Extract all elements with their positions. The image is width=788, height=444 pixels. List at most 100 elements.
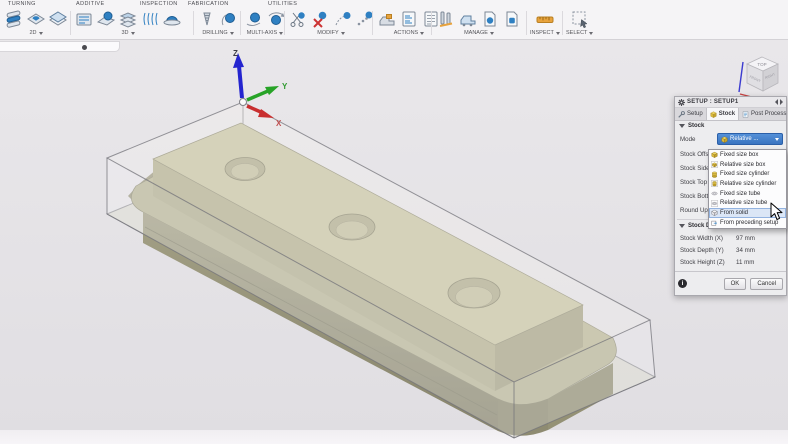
stock-width-value: 97 mm	[736, 233, 755, 245]
tab-inspection[interactable]: INSPECTION	[140, 1, 178, 7]
relative-size-tube-icon	[711, 200, 718, 207]
machine-library-icon[interactable]	[458, 9, 478, 29]
link-toolpath-icon[interactable]	[332, 9, 352, 29]
tab-stock[interactable]: Stock	[707, 108, 739, 120]
origin-point	[240, 99, 247, 106]
from-solid-icon	[711, 209, 718, 216]
post-process-icon[interactable]	[399, 9, 419, 29]
group-label-multi-axis[interactable]: MULTI-AXIS	[247, 30, 283, 36]
dropdown-caret-icon	[341, 32, 345, 35]
group-label-2d[interactable]: 2D	[29, 30, 42, 36]
menu-item-relative-size-cylinder[interactable]: Relative size cylinder	[709, 179, 786, 189]
rotary-icon[interactable]	[266, 9, 286, 29]
swarf-icon[interactable]	[244, 9, 264, 29]
menu-item-fixed-size-tube[interactable]: Fixed size tube	[709, 189, 786, 199]
dropdown-caret-icon	[490, 32, 494, 35]
tab-turning[interactable]: TURNING	[8, 1, 36, 7]
fixed-size-cylinder-icon	[711, 171, 718, 178]
dropdown-caret-icon	[420, 32, 424, 35]
setup-dialog-tabs: Setup Stock Post Process	[675, 108, 786, 121]
3d-contour-icon[interactable]	[118, 9, 138, 29]
stock-height-row: Stock Height (Z) 11 mm	[675, 257, 786, 269]
group-modify: MODIFY	[288, 9, 374, 36]
2d-adaptive-clearing-icon[interactable]	[4, 9, 24, 29]
stock-width-row: Stock Width (X) 97 mm	[675, 233, 786, 245]
2d-pocket-icon[interactable]	[26, 9, 46, 29]
group-label-actions[interactable]: ACTIONS	[394, 30, 424, 36]
menu-item-fixed-size-box[interactable]: Fixed size box	[709, 150, 786, 160]
browser-toggle-icon[interactable]	[82, 45, 87, 50]
tool-library-icon[interactable]	[436, 9, 456, 29]
section-collapse-icon	[679, 224, 685, 228]
delete-toolpath-icon[interactable]	[310, 9, 330, 29]
tab-setup[interactable]: Setup	[675, 108, 707, 120]
dropdown-caret-icon	[230, 32, 234, 35]
3d-pocket-icon[interactable]	[96, 9, 116, 29]
setup-dialog-header: SETUP : SETUP1	[675, 97, 786, 108]
dropdown-caret-icon	[556, 32, 560, 35]
trim-toolpath-icon[interactable]	[288, 9, 308, 29]
tab-utilities[interactable]: UTILITIES	[268, 1, 297, 7]
relative-size-box-icon	[721, 136, 728, 143]
viewcube-top-label: TOP	[757, 62, 766, 67]
3d-viewport[interactable]: Z Y X	[0, 0, 788, 444]
panel-expand-icon[interactable]	[775, 99, 783, 105]
edit-points-icon[interactable]	[354, 9, 374, 29]
x-axis-label: X	[276, 119, 282, 128]
cancel-button[interactable]: Cancel	[750, 278, 783, 290]
tab-post-process[interactable]: Post Process	[739, 108, 788, 120]
stock-depth-value: 34 mm	[736, 245, 755, 257]
tab-fabrication[interactable]: FABRICATION	[188, 1, 229, 7]
fixed-size-tube-icon	[711, 190, 718, 197]
setup-tab-icon	[678, 111, 685, 118]
z-axis-label: Z	[233, 49, 238, 58]
post-library-icon[interactable]	[480, 9, 500, 29]
stock-section-header[interactable]: Stock	[675, 121, 786, 131]
measure-icon[interactable]	[535, 9, 555, 29]
group-2d: 2D	[4, 9, 68, 36]
ok-button[interactable]: OK	[724, 278, 747, 290]
stock-depth-row: Stock Depth (Y) 34 mm	[675, 245, 786, 257]
menu-item-relative-size-box[interactable]: Relative size box	[709, 160, 786, 170]
group-select: SELECT	[566, 9, 593, 36]
selection-filter-icon[interactable]	[570, 9, 590, 29]
group-label-modify[interactable]: MODIFY	[317, 30, 344, 36]
section-collapse-icon	[679, 124, 685, 128]
group-label-select[interactable]: SELECT	[566, 30, 593, 36]
template-library-icon[interactable]	[502, 9, 522, 29]
mode-dropdown-button[interactable]: Relative ...	[717, 133, 783, 145]
from-preceding-setup-icon	[711, 219, 718, 226]
group-label-manage[interactable]: MANAGE	[464, 30, 494, 36]
group-multi-axis: MULTI-AXIS	[244, 9, 286, 36]
group-label-drilling[interactable]: DRILLING	[202, 30, 233, 36]
drill-icon[interactable]	[197, 9, 217, 29]
face-icon[interactable]	[48, 9, 68, 29]
dropdown-caret-icon	[279, 32, 283, 35]
dropdown-caret-icon	[39, 32, 43, 35]
dialog-title: SETUP : SETUP1	[687, 99, 773, 105]
relative-size-box-icon	[711, 161, 718, 168]
fixed-size-box-icon	[711, 151, 718, 158]
3d-parallel-icon[interactable]	[140, 9, 160, 29]
group-label-inspect[interactable]: INSPECT	[530, 30, 560, 36]
group-drilling: DRILLING	[197, 9, 239, 36]
3d-adaptive-clearing-icon[interactable]	[74, 9, 94, 29]
3d-scallop-icon[interactable]	[162, 9, 182, 29]
group-3d: 3D	[74, 9, 182, 36]
dropdown-caret-icon	[589, 32, 593, 35]
mode-label: Mode	[680, 136, 695, 143]
bore-icon[interactable]	[219, 9, 239, 29]
post-process-tab-icon	[742, 111, 749, 118]
info-icon[interactable]: i	[678, 279, 687, 288]
toolbar: TURNING ADDITIVE INSPECTION FABRICATION …	[0, 0, 788, 40]
dropdown-caret-icon	[775, 138, 779, 141]
tab-additive[interactable]: ADDITIVE	[76, 1, 105, 7]
y-axis-label: Y	[282, 82, 288, 91]
group-label-3d[interactable]: 3D	[121, 30, 134, 36]
stock-tab-icon	[710, 111, 717, 118]
mouse-cursor	[770, 202, 785, 222]
simulate-icon[interactable]	[377, 9, 397, 29]
menu-item-fixed-size-cylinder[interactable]: Fixed size cylinder	[709, 169, 786, 179]
browser-collapsed-bar[interactable]	[0, 41, 120, 52]
dropdown-caret-icon	[131, 32, 135, 35]
